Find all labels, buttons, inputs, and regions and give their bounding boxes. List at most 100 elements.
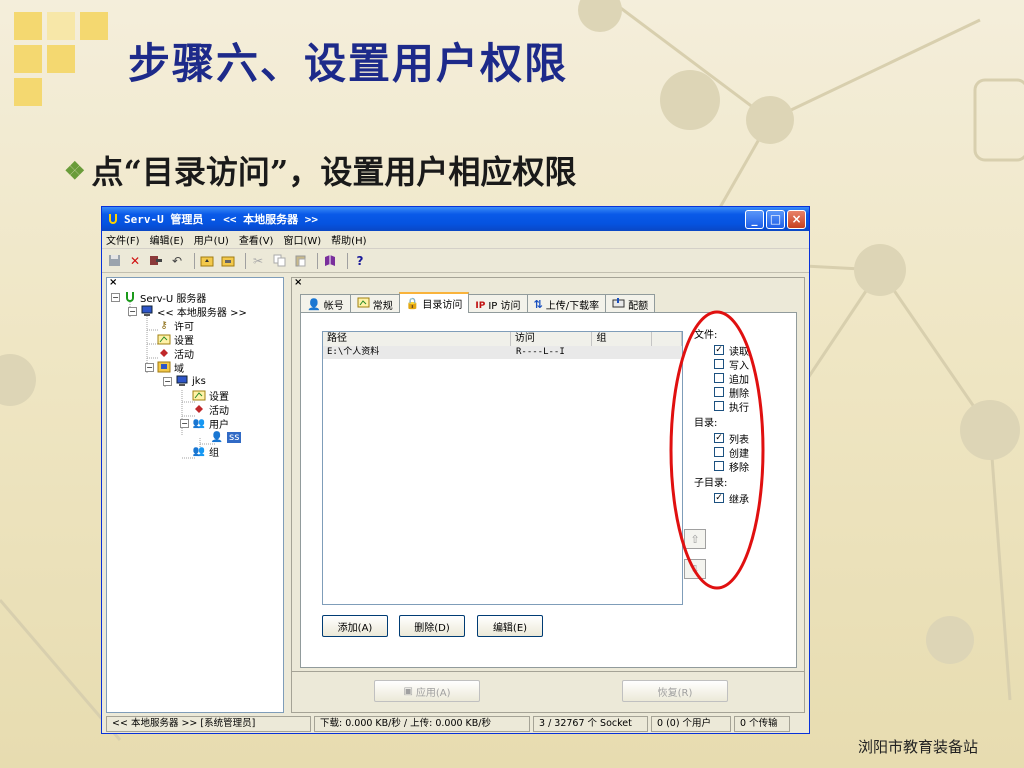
apply-button[interactable]: ▣ 应用(A) xyxy=(374,680,480,702)
tab-label: 常规 xyxy=(372,300,393,312)
close-button[interactable]: × xyxy=(787,209,806,229)
tree-node[interactable]: 活动 xyxy=(157,346,194,361)
book-icon[interactable] xyxy=(322,253,338,269)
table-row[interactable]: E:\个人资料 R----L--I xyxy=(323,346,682,359)
move-down-button[interactable]: ⇩ xyxy=(684,559,706,579)
help-icon[interactable]: ? xyxy=(352,253,368,269)
ip-icon: IP xyxy=(475,300,486,311)
tree-node[interactable]: 活动 xyxy=(192,402,229,417)
permissions-panel: 文件: ✓ 读取 写入 追加 删除 执行 目录: ✓ 列表 创建 移除 子目录: ✓ 继承 xyxy=(694,329,774,509)
cut-icon[interactable]: ✂ xyxy=(250,253,266,269)
menu-item[interactable]: 帮助(H) xyxy=(331,232,366,247)
move-up-button[interactable]: ⇧ xyxy=(684,529,706,549)
checkbox-icon[interactable] xyxy=(714,359,724,369)
tree-node[interactable]: 👤 ss xyxy=(210,430,242,444)
maximize-button[interactable]: □ xyxy=(766,209,785,229)
connect-icon[interactable] xyxy=(148,253,164,269)
menu-item[interactable]: 窗口(W) xyxy=(283,232,321,247)
tree-collapse-icon[interactable]: − xyxy=(180,418,189,428)
tab-ratio[interactable]: ⇅ 上传/下载率 xyxy=(526,294,607,313)
tree-node[interactable]: − jks xyxy=(163,374,206,388)
checkbox-icon[interactable] xyxy=(714,373,724,383)
checkbox-icon[interactable] xyxy=(714,387,724,397)
tree-collapse-icon[interactable]: − xyxy=(128,306,137,316)
paste-icon[interactable] xyxy=(292,253,308,269)
menu-item[interactable]: 查看(V) xyxy=(239,232,274,247)
tree-node[interactable]: − Serv-U 服务器 xyxy=(111,290,206,305)
serv-u-icon xyxy=(123,291,137,303)
tab-general[interactable]: 常规 xyxy=(349,294,400,313)
tree-node-label: 设置 xyxy=(174,335,194,347)
checkbox-icon[interactable]: ✓ xyxy=(714,433,724,443)
delete-button[interactable]: 删除(D) xyxy=(399,615,465,637)
tab-lock[interactable]: 🔒 目录访问 xyxy=(398,292,470,313)
permission-label: 追加 xyxy=(729,374,749,386)
checkbox-icon[interactable] xyxy=(714,447,724,457)
checkbox-icon[interactable]: ✓ xyxy=(714,493,724,503)
permission-checkbox[interactable]: ✓ 继承 xyxy=(694,491,774,506)
maximize-icon: □ xyxy=(769,212,782,226)
checkbox-icon[interactable] xyxy=(714,461,724,471)
column-header[interactable]: 访问 xyxy=(510,332,593,346)
folder-icon[interactable] xyxy=(220,253,236,269)
tree-node[interactable]: − 域 xyxy=(145,360,184,375)
tree-node[interactable]: − 👥 用户 xyxy=(180,416,229,431)
restore-button[interactable]: 恢复(R) xyxy=(622,680,728,702)
decor-square xyxy=(47,45,75,73)
checkbox-icon[interactable]: ✓ xyxy=(714,345,724,355)
permission-checkbox[interactable]: 写入 xyxy=(694,357,774,372)
add-button[interactable]: 添加(A) xyxy=(322,615,388,637)
tab-ip[interactable]: IP IP 访问 xyxy=(468,294,528,313)
permission-checkbox[interactable]: 执行 xyxy=(694,399,774,414)
directory-list[interactable]: 路径 访问组 E:\个人资料 R----L--I xyxy=(322,331,683,605)
permission-label: 创建 xyxy=(729,448,749,460)
menu-item[interactable]: 用户(U) xyxy=(194,232,229,247)
column-header[interactable]: 组 xyxy=(592,332,653,346)
permission-checkbox[interactable]: ✓ 读取 xyxy=(694,343,774,358)
tree-node[interactable]: 👥 组 xyxy=(192,444,219,459)
menu-item[interactable]: 文件(F) xyxy=(106,232,140,247)
diamond-bullet-icon: ❖ xyxy=(64,155,86,185)
tree-node[interactable]: 设置 xyxy=(192,388,229,403)
close-icon: × xyxy=(791,212,802,226)
status-sockets: 3 / 32767 个 Socket xyxy=(533,716,648,732)
permission-section-title: 目录: xyxy=(694,418,718,429)
permission-label: 写入 xyxy=(729,360,749,372)
tree-node-label: 组 xyxy=(209,447,219,459)
permission-checkbox[interactable]: 追加 xyxy=(694,371,774,386)
minimize-button[interactable]: _ xyxy=(745,209,764,229)
edit-button[interactable]: 编辑(E) xyxy=(477,615,543,637)
cell-access: R----L--I xyxy=(516,347,565,357)
menu-item[interactable]: 编辑(E) xyxy=(150,232,184,247)
permission-checkbox[interactable]: 删除 xyxy=(694,385,774,400)
apply-icon: ▣ xyxy=(403,685,413,697)
statusbar: << 本地服务器 >> [系统管理员] 下载: 0.000 KB/秒 / 上传:… xyxy=(106,716,807,732)
column-header[interactable]: 路径 xyxy=(323,332,511,346)
undo-icon[interactable]: ↶ xyxy=(169,253,185,269)
tab-account[interactable]: 👤 帐号 xyxy=(300,294,351,313)
user-tabs: 👤 帐号 常规 🔒 目录访问 IP IP 访问 ⇅ 上传/下载率 配额 xyxy=(300,292,656,313)
tab-label: 帐号 xyxy=(323,300,344,312)
delete-icon[interactable]: ✕ xyxy=(127,253,143,269)
copy-icon[interactable] xyxy=(271,253,287,269)
decor-square xyxy=(14,12,42,40)
permission-label: 删除 xyxy=(729,388,749,400)
permission-checkbox[interactable]: 移除 xyxy=(694,459,774,474)
tab-quota[interactable]: 配额 xyxy=(605,294,656,313)
tree-node[interactable]: ⚷ 许可 xyxy=(157,318,194,333)
user-icon: 👤 xyxy=(210,431,224,443)
tree-node[interactable]: − << 本地服务器 >> xyxy=(128,304,247,319)
tree-collapse-icon[interactable]: − xyxy=(163,376,172,386)
settings-icon xyxy=(192,389,206,401)
group-icon: 👥 xyxy=(192,445,206,457)
window-titlebar[interactable]: Serv-U 管理员 - << 本地服务器 >> _ □ × xyxy=(102,207,809,231)
save-icon[interactable] xyxy=(106,253,122,269)
permission-checkbox[interactable]: 创建 xyxy=(694,445,774,460)
tree-node[interactable]: 设置 xyxy=(157,332,194,347)
tree-collapse-icon[interactable]: − xyxy=(111,292,120,302)
right-pane-close[interactable]: × xyxy=(294,277,302,288)
permission-checkbox[interactable]: ✓ 列表 xyxy=(694,431,774,446)
checkbox-icon[interactable] xyxy=(714,401,724,411)
folder-up-icon[interactable] xyxy=(199,253,215,269)
tree-collapse-icon[interactable]: − xyxy=(145,362,154,372)
